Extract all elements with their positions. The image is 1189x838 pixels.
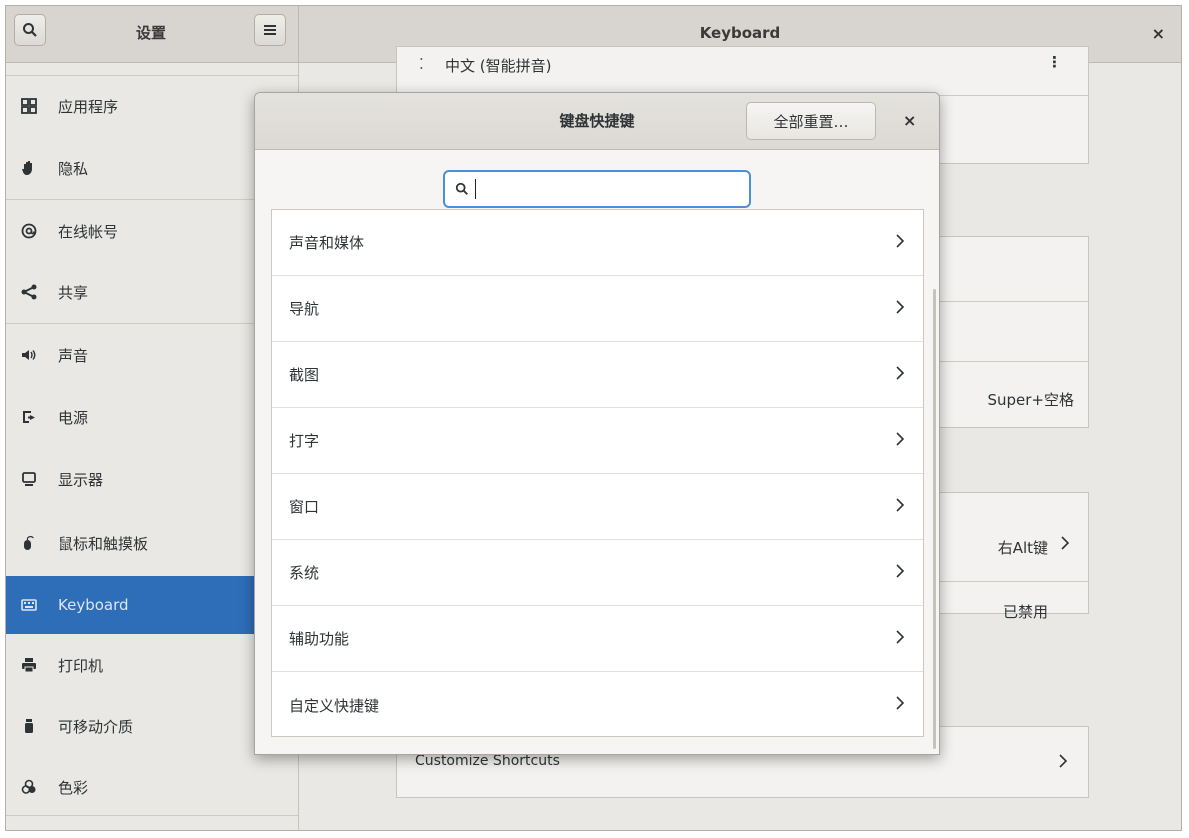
category-row-custom-shortcuts[interactable]: 自定义快捷键: [272, 672, 923, 738]
category-row-sound-media[interactable]: 声音和媒体: [272, 210, 923, 276]
chevron-right-icon: [895, 365, 905, 385]
sidebar-item-label: 鼠标和触摸板: [58, 534, 149, 553]
category-row-system[interactable]: 系统: [272, 540, 923, 606]
switch-shortcut-value: Super+空格: [987, 391, 1074, 409]
category-row-typing[interactable]: 打字: [272, 408, 923, 474]
sidebar-header: 设置: [6, 6, 299, 63]
sidebar-item-label: 可移动介质: [58, 717, 134, 736]
sidebar-item-color[interactable]: 色彩: [6, 758, 298, 816]
text-cursor: [475, 179, 476, 199]
at-sign-icon: [18, 220, 40, 242]
chevron-right-icon: [895, 431, 905, 451]
color-icon: [18, 776, 40, 798]
search-icon: [23, 23, 37, 37]
menu-button[interactable]: [254, 14, 286, 46]
sidebar-divider: [6, 815, 298, 816]
mouse-icon: [18, 532, 40, 554]
chevron-right-icon: [895, 233, 905, 253]
sidebar-item-label: 共享: [58, 283, 89, 302]
list-scrollbar[interactable]: [933, 289, 936, 749]
settings-window: 设置 Keyboard × 应用程序 隐私 在线帐号 共享 声音 电源 显示器 …: [5, 5, 1182, 831]
power-plug-icon: [18, 406, 40, 428]
category-row-accessibility[interactable]: 辅助功能: [272, 606, 923, 672]
chevron-right-icon: [895, 497, 905, 517]
drag-handle-icon[interactable]: ⁚: [419, 55, 424, 73]
category-row-navigation[interactable]: 导航: [272, 276, 923, 342]
category-label: 自定义快捷键: [289, 696, 380, 715]
category-label: 导航: [289, 300, 320, 318]
speaker-icon: [18, 344, 40, 366]
usb-drive-icon: [18, 715, 40, 737]
category-row-windows[interactable]: 窗口: [272, 474, 923, 540]
apps-grid-icon: [18, 95, 40, 117]
sidebar-item-label: 色彩: [58, 778, 89, 797]
dialog-close-button[interactable]: ×: [903, 93, 916, 149]
chevron-right-icon: [895, 563, 905, 583]
sidebar-item-label: 在线帐号: [58, 222, 119, 241]
input-source-label: 中文 (智能拼音): [445, 57, 552, 75]
sidebar-item-label: 声音: [58, 346, 89, 365]
chevron-right-icon: [895, 695, 905, 715]
sidebar-divider: [6, 75, 298, 76]
category-label: 系统: [289, 564, 320, 582]
search-button[interactable]: [14, 14, 46, 46]
sidebar-title: 设置: [135, 24, 166, 42]
sidebar-item-label: 打印机: [58, 656, 104, 675]
dialog-header: 键盘快捷键 全部重置… ×: [255, 93, 939, 150]
chevron-right-icon: [1058, 753, 1068, 773]
category-label: 打字: [289, 432, 320, 450]
category-label: 辅助功能: [289, 630, 350, 648]
category-row-screenshots[interactable]: 截图: [272, 342, 923, 408]
share-icon: [18, 281, 40, 303]
chevron-right-icon: [895, 299, 905, 319]
printer-icon: [18, 654, 40, 676]
sidebar-item-label: 电源: [58, 408, 89, 427]
hand-privacy-icon: [18, 157, 40, 179]
display-icon: [18, 468, 40, 490]
shortcut-categories-list: 声音和媒体 导航 截图 打字 窗口 系统 辅助功能 自定义快捷键: [271, 209, 924, 737]
sidebar-item-label: Keyboard: [58, 596, 129, 614]
sidebar-item-label: 应用程序: [58, 97, 119, 116]
window-close-button[interactable]: ×: [1152, 6, 1165, 61]
hamburger-menu-icon: [264, 25, 276, 35]
category-label: 声音和媒体: [289, 234, 365, 252]
shortcut-search-input[interactable]: [443, 170, 751, 208]
reset-all-button[interactable]: 全部重置…: [746, 102, 876, 140]
search-icon: [455, 182, 468, 195]
sidebar-item-label: 显示器: [58, 470, 104, 489]
chevron-right-icon: [895, 629, 905, 649]
category-label: 窗口: [289, 498, 320, 516]
keyboard-icon: [18, 594, 40, 616]
input-source-menu-icon[interactable]: ⋮: [1047, 53, 1062, 71]
chevron-right-icon: [1060, 535, 1070, 555]
compose-key-value[interactable]: 已禁用: [1003, 601, 1048, 622]
keyboard-shortcuts-dialog: 键盘快捷键 全部重置… × 声音和媒体 导航 截图 打字 窗口 系统 辅助功能 …: [254, 92, 940, 755]
alt-key-value[interactable]: 右Alt键: [998, 537, 1048, 558]
sidebar-item-label: 隐私: [58, 159, 89, 178]
category-label: 截图: [289, 366, 320, 384]
customize-shortcuts-label: Customize Shortcuts: [415, 753, 560, 769]
